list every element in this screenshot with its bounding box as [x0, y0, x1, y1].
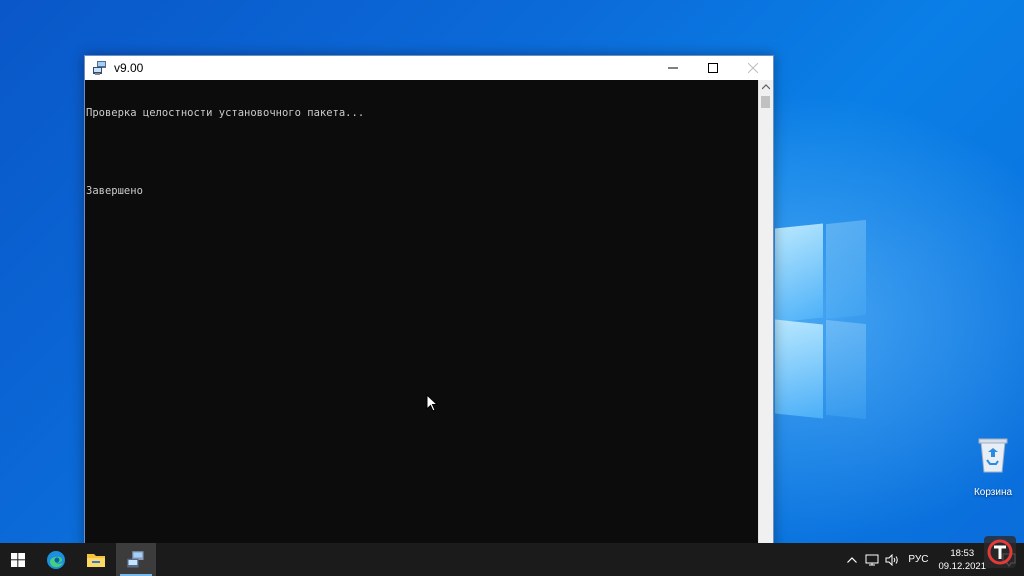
close-button[interactable] — [733, 56, 773, 80]
edge-browser-icon — [47, 550, 65, 569]
clock-time: 18:53 — [950, 547, 975, 559]
console-output[interactable]: Проверка целостности установочного пакет… — [85, 80, 759, 554]
maximize-icon — [708, 63, 718, 73]
taskbar-clock[interactable]: 18:53 09.12.2021 — [938, 547, 986, 573]
file-explorer-icon — [87, 553, 105, 567]
taskbar-item-edge[interactable] — [36, 543, 76, 576]
start-button[interactable] — [0, 543, 36, 576]
vertical-scrollbar[interactable] — [758, 80, 773, 554]
minimize-button[interactable] — [653, 56, 693, 80]
show-hidden-icons-button[interactable] — [842, 543, 862, 576]
volume-button[interactable] — [882, 543, 902, 576]
taskbar-item-console[interactable] — [116, 543, 156, 576]
wallpaper-logo-pane — [826, 319, 866, 420]
network-button[interactable] — [862, 543, 882, 576]
recycle-bin-icon — [978, 438, 1008, 473]
desktop-icon-recycle-bin[interactable]: Корзина — [968, 436, 1018, 498]
wallpaper-logo-pane — [775, 319, 823, 419]
wallpaper-logo-pane — [826, 219, 866, 320]
chevron-up-icon — [847, 556, 858, 563]
maximize-button[interactable] — [693, 56, 733, 80]
mouse-cursor-icon — [426, 394, 438, 412]
console-window[interactable]: v9.00 Проверка целостности установочного… — [84, 55, 774, 555]
start-windows-icon — [11, 552, 25, 567]
console-app-icon — [92, 60, 108, 76]
speaker-icon — [885, 553, 899, 566]
network-icon — [865, 554, 879, 565]
desktop-icon-label: Корзина — [973, 487, 1013, 498]
scroll-up-button[interactable] — [759, 80, 773, 94]
input-language-indicator[interactable]: РУС — [908, 554, 928, 565]
taskbar: РУС 18:53 09.12.2021 — [0, 543, 1024, 576]
window-titlebar[interactable]: v9.00 — [85, 56, 773, 80]
chevron-up-icon — [762, 84, 770, 90]
taskbar-item-file-explorer[interactable] — [76, 543, 116, 576]
wallpaper-logo-pane — [775, 223, 823, 323]
console-line: Завершено — [86, 185, 143, 197]
channel-watermark-logo — [984, 536, 1016, 568]
clock-date: 09.12.2021 — [938, 560, 986, 572]
console-app-icon — [127, 550, 144, 567]
window-title: v9.00 — [114, 61, 144, 75]
minimize-icon — [668, 67, 678, 69]
console-line: Проверка целостности установочного пакет… — [86, 107, 365, 119]
close-icon — [748, 63, 758, 73]
scrollbar-thumb[interactable] — [761, 96, 770, 108]
